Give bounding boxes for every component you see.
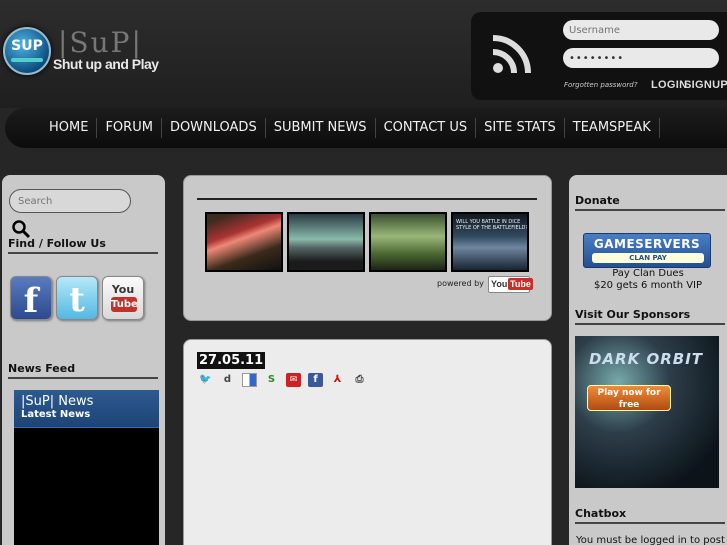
main-nav: HOME FORUM DOWNLOADS SUBMIT NEWS CONTACT… (5, 108, 727, 148)
search-icon[interactable] (11, 219, 31, 239)
powered-by-label: powered by (437, 279, 484, 288)
sponsor-play-button[interactable]: Play now for free (587, 385, 671, 411)
panel-divider (197, 198, 537, 200)
left-sidebar: Find / Follow Us f t You Tube News Feed … (2, 175, 165, 545)
gameservers-name: GAMESERVERS (593, 237, 701, 251)
clan-pay-label: CLAN PAY (592, 253, 704, 263)
news-widget-title: |SuP| News (21, 394, 94, 409)
facebook-icon[interactable]: f (308, 373, 323, 387)
donate-line-2: $20 gets 6 month VIP (593, 280, 703, 291)
donate-line-1: Pay Clan Dues (612, 268, 684, 279)
brand-tagline: Shut up and Play (53, 56, 159, 72)
nav-home[interactable]: HOME (41, 118, 98, 138)
right-sidebar: Donate GAMESERVERS CLAN PAY Pay Clan Due… (569, 175, 727, 545)
article-panel: 27.05.11 🐦 d S ✉ f ⅄ ⎙ (183, 339, 552, 545)
email-icon[interactable]: ✉ (286, 373, 301, 387)
video-gallery-panel: WILL YOU BATTLE IN DICE STYLE OF THE BAT… (183, 175, 552, 321)
rss-icon[interactable] (490, 32, 534, 76)
video-thumbnail[interactable] (369, 212, 447, 272)
video-thumbnail[interactable]: WILL YOU BATTLE IN DICE STYLE OF THE BAT… (451, 212, 529, 272)
brand-name: |SuP| (58, 26, 143, 59)
logo-badge-text: SUP (11, 38, 43, 54)
youtube-logo[interactable]: You Tube (488, 276, 533, 293)
youtube-tube-text: Tube (508, 278, 533, 290)
facebook-icon[interactable]: f (10, 276, 52, 321)
find-follow-heading: Find / Follow Us (8, 237, 158, 254)
digg-icon[interactable]: d (220, 373, 235, 387)
twitter-icon[interactable]: t (56, 276, 98, 320)
sponsor-logo: DARK ORBIT (589, 350, 704, 368)
nav-submit-news[interactable]: SUBMIT NEWS (266, 118, 376, 138)
nav-site-stats[interactable]: SITE STATS (476, 118, 565, 138)
twitter-icon[interactable]: 🐦 (198, 373, 213, 387)
site-logo[interactable]: SUP (3, 27, 51, 75)
article-date: 27.05.11 (197, 352, 266, 369)
gameservers-donate-banner[interactable]: GAMESERVERS CLAN PAY (583, 233, 711, 268)
sponsor-banner[interactable]: DARK ORBIT Play now for free (575, 336, 719, 488)
twitter-glyph: t (69, 280, 85, 320)
delicious-icon[interactable] (242, 373, 257, 387)
pdf-icon[interactable]: ⅄ (330, 373, 345, 387)
signup-button[interactable]: SIGNUP (684, 79, 727, 91)
print-icon[interactable]: ⎙ (352, 373, 367, 387)
login-button[interactable]: LOGIN (651, 79, 687, 91)
login-panel: Forgotten password? LOGIN SIGNUP (471, 12, 727, 100)
thumb-caption: WILL YOU BATTLE IN DICE STYLE OF THE BAT… (456, 219, 529, 231)
password-field[interactable] (563, 48, 719, 68)
logo-badge-stripe (11, 58, 43, 62)
chatbox-login-notice: You must be logged in to post (576, 535, 725, 545)
search-input[interactable] (9, 189, 131, 213)
youtube-icon[interactable]: You Tube (102, 276, 144, 320)
nav-forum[interactable]: FORUM (97, 118, 162, 138)
share-toolbar: 🐦 d S ✉ f ⅄ ⎙ (198, 373, 367, 387)
facebook-glyph: f (23, 281, 39, 321)
sponsors-heading: Visit Our Sponsors (575, 308, 725, 325)
nav-teamspeak[interactable]: TEAMSPEAK (565, 118, 660, 138)
forgot-password-link[interactable]: Forgotten password? (564, 81, 637, 89)
youtube-you-text: You (491, 279, 508, 289)
news-widget-subtitle: Latest News (21, 409, 91, 420)
video-thumbnail[interactable] (287, 212, 365, 272)
donate-heading: Donate (575, 194, 725, 211)
news-feed-heading: News Feed (8, 362, 158, 379)
video-thumbnail[interactable] (205, 212, 283, 272)
stumbleupon-icon[interactable]: S (264, 373, 279, 387)
site-header: SUP |SuP| Shut up and Play Forgotten pas… (0, 0, 727, 108)
news-feed-widget[interactable]: |SuP| News Latest News (14, 390, 159, 545)
news-widget-header: |SuP| News Latest News (14, 390, 159, 428)
youtube-tube-text: Tube (111, 297, 138, 312)
nav-downloads[interactable]: DOWNLOADS (162, 118, 266, 138)
nav-contact-us[interactable]: CONTACT US (376, 118, 477, 138)
youtube-you-text: You (111, 283, 135, 296)
chatbox-heading: Chatbox (575, 507, 725, 524)
username-field[interactable] (563, 20, 719, 40)
